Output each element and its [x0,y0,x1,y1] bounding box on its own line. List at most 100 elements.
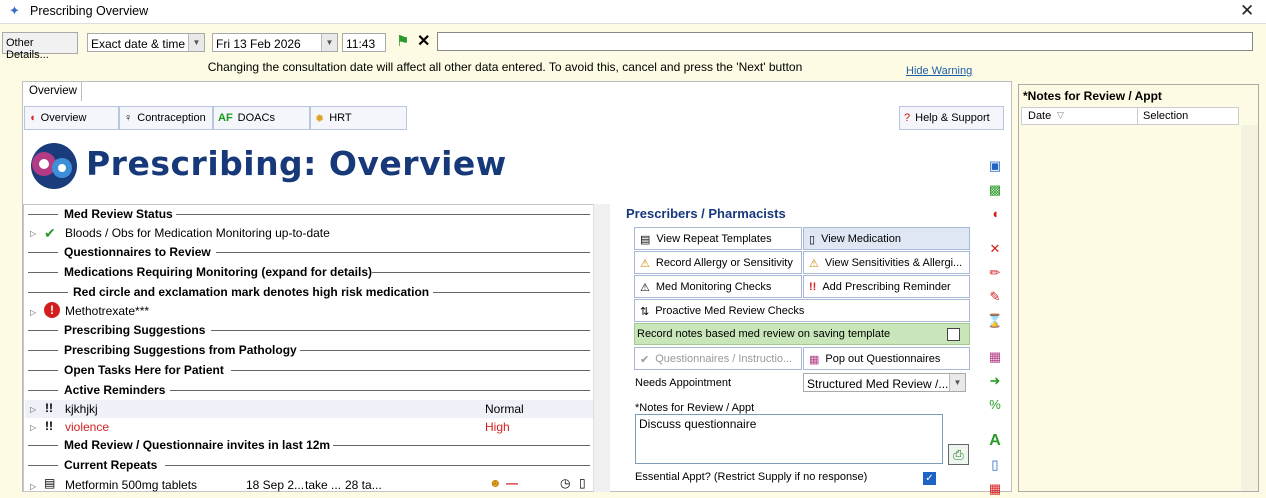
close-icon[interactable]: ✕ [1240,1,1254,21]
view-medication-button[interactable]: ▯ View Medication [803,227,970,250]
needs-appointment-select[interactable]: Structured Med Review /... ▼ [803,373,966,392]
expand-icon[interactable]: ▷ [30,229,36,238]
date-picker[interactable]: Fri 13 Feb 2026 ▼ [212,33,338,52]
notes-textarea[interactable]: Discuss questionnaire [635,414,943,464]
save-notes-icon[interactable]: ⎙ [948,444,969,465]
tab-overview[interactable]: Overview [22,81,82,101]
add-prescribing-reminder-button[interactable]: !! Add Prescribing Reminder [803,275,970,298]
subtab-label: DOACs [237,112,275,124]
reminder-priority: High [485,420,510,434]
flag-icon[interactable]: ⚑ [396,32,409,50]
needs-appointment-value: Structured Med Review /... [807,377,949,391]
tree-item-bloods[interactable]: Bloods / Obs for Medication Monitoring u… [65,226,330,240]
record-allergy-button[interactable]: ⚠ Record Allergy or Sensitivity [634,251,802,274]
questionnaires-button[interactable]: ✔ Questionnaires / Instructio... [634,347,802,370]
chart-icon[interactable]: ▩ [985,181,1005,199]
subtab-hrt[interactable]: ✹ HRT [310,106,407,130]
expand-icon[interactable]: ▷ [30,405,36,414]
chevron-down-icon[interactable]: ▼ [949,374,965,391]
proactive-med-review-button[interactable]: ⇅ Proactive Med Review Checks [634,299,970,322]
reminder-icon: !! [45,401,53,415]
repeat-qty: 28 ta... [345,478,382,492]
date-mode-value: Exact date & time [91,37,186,51]
active-reminders-heading: Active Reminders [64,383,166,397]
calendar-icon[interactable]: ▦ [985,480,1005,498]
check-icon: ✔ [44,225,56,241]
essential-appt-checkbox[interactable]: ✓ [923,472,936,485]
free-text-input[interactable] [437,32,1253,51]
warning-icon: ⚠ [640,282,650,294]
notes-review-panel: *Notes for Review / Appt Date ▽ Selectio… [1018,84,1259,492]
open-tasks-heading: Open Tasks Here for Patient [64,363,224,377]
selection-column-header[interactable]: Selection [1143,110,1188,122]
record-notes-checkbox[interactable] [947,328,960,341]
subtab-doacs[interactable]: AF DOACs [213,106,310,130]
needs-appointment-label: Needs Appointment [635,377,732,389]
app-icon: ✦ [9,3,20,18]
female-icon: ♀ [124,112,133,124]
sort-icon[interactable]: ▽ [1057,110,1064,121]
repeat-drug[interactable]: Metformin 500mg tablets [65,478,197,492]
date-column-header[interactable]: Date [1028,110,1051,122]
subtab-overview[interactable]: ◖ Overview [24,106,119,130]
expand-icon[interactable]: ▷ [30,308,36,317]
monitor-icon[interactable]: ▣ [985,157,1005,175]
pop-out-questionnaires-button[interactable]: ▦ Pop out Questionnaires [803,347,970,370]
subtab-label: Overview [40,112,87,124]
tree-scrollbar[interactable] [593,204,610,492]
clock-icon: ◷ [560,476,571,490]
button-label: Record Allergy or Sensitivity [655,257,793,269]
med-review-status-heading: Med Review Status [64,207,173,221]
expand-icon[interactable]: ▷ [30,482,36,491]
exit-icon[interactable]: ➜ [985,372,1005,390]
subtab-label: HRT [329,112,352,124]
med-monitoring-checks-button[interactable]: ⚠ Med Monitoring Checks [634,275,802,298]
hide-warning-link[interactable]: Hide Warning [906,65,972,77]
af-icon: AF [218,112,233,124]
help-support-button[interactable]: ? Help & Support [899,106,1004,130]
tree-item-methotrexate[interactable]: Methotrexate*** [65,304,149,318]
prescribers-heading: Prescribers / Pharmacists [626,206,786,221]
view-repeat-templates-button[interactable]: ▤ View Repeat Templates [634,227,802,250]
current-repeats-heading: Current Repeats [64,458,158,472]
notes-label: *Notes for Review / Appt [635,402,755,414]
syringe-icon[interactable]: ✏ [985,264,1005,282]
high-risk-note: Red circle and exclamation mark denotes … [73,285,430,299]
hourglass-icon[interactable]: ⌛ [985,312,1005,330]
expand-icon[interactable]: ▷ [30,423,36,432]
wand-icon[interactable]: ✎ [985,288,1005,306]
sun-icon: ✹ [315,113,325,125]
phone-icon[interactable]: ▯ [985,456,1005,474]
pill-icon[interactable]: ◖ [985,205,1005,223]
notes-table-header: Date ▽ Selection [1021,107,1239,125]
button-label: Proactive Med Review Checks [655,305,805,317]
chevron-down-icon[interactable]: ▼ [188,34,204,51]
other-details-button[interactable]: Other Details... [2,32,78,61]
reminder-name[interactable]: violence [65,420,109,434]
subtab-contraception[interactable]: ♀ Contraception [119,106,213,130]
gears-logo-icon [31,143,77,189]
template-icon: ▤ [640,234,651,246]
subtab-label: Contraception [137,112,206,124]
reminder-icon: !! [45,419,53,433]
questionnaire-icon[interactable]: ▦ [985,348,1005,366]
button-label: Questionnaires / Instructio... [655,353,793,365]
button-label: Med Monitoring Checks [655,281,772,293]
notes-scrollbar[interactable] [1241,125,1258,491]
time-field[interactable]: 11:43 [342,33,386,52]
invites-heading: Med Review / Questionnaire invites in la… [64,438,331,452]
repeat-dose: take ... [305,478,342,492]
question-icon: ? [904,112,911,124]
percent-icon[interactable]: % [985,396,1005,414]
minus-icon: — [506,476,518,490]
date-mode-select[interactable]: Exact date & time ▼ [87,33,205,52]
sort-icon: ⇅ [640,306,650,318]
cancel-icon[interactable]: ✕ [417,31,430,51]
a-icon[interactable]: A [985,432,1005,450]
view-sensitivities-button[interactable]: ⚠ View Sensitivities & Allergi... [803,251,970,274]
title-bar: ✦ Prescribing Overview ✕ [0,0,1266,24]
bottle-icon: ▯ [579,476,586,490]
chevron-down-icon[interactable]: ▼ [321,34,337,51]
monitoring-heading: Medications Requiring Monitoring (expand… [64,265,373,279]
cross-pill-icon[interactable]: ✕ [985,240,1005,258]
